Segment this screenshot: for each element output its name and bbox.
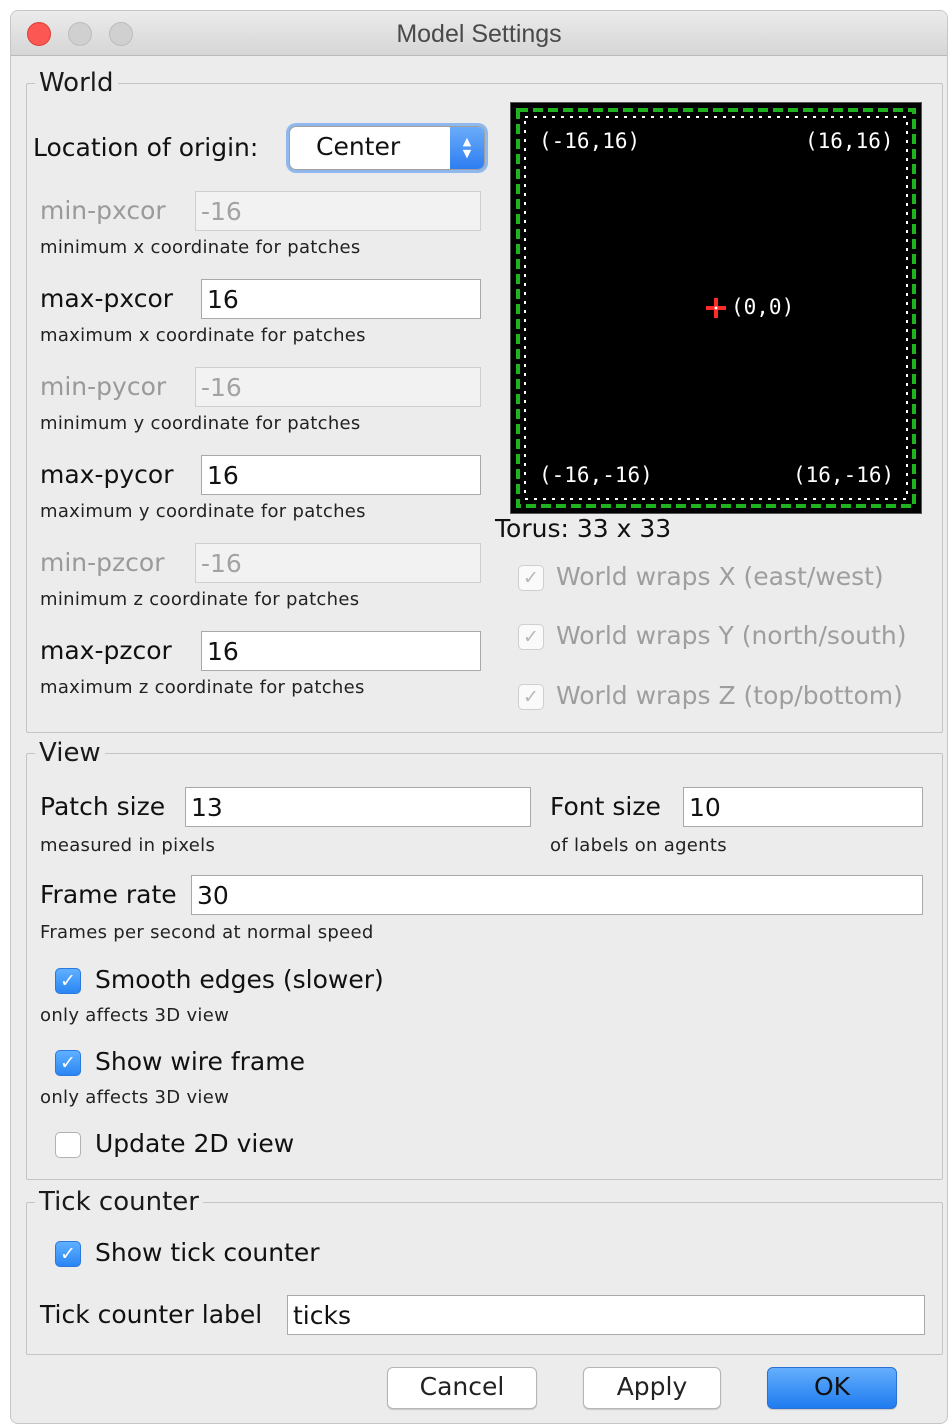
origin-dot bbox=[714, 306, 718, 310]
ok-button[interactable]: OK bbox=[767, 1367, 897, 1409]
wrap-x-label: World wraps X (east/west) bbox=[556, 562, 884, 591]
wire-frame-label: Show wire frame bbox=[95, 1047, 305, 1076]
update-2d-label: Update 2D view bbox=[95, 1129, 295, 1158]
patch-size-hint: measured in pixels bbox=[40, 835, 216, 856]
wrap-y-label: World wraps Y (north/south) bbox=[556, 621, 907, 650]
font-size-hint: of labels on agents bbox=[550, 835, 727, 856]
title-bar[interactable]: Model Settings bbox=[11, 11, 947, 56]
frame-rate-input[interactable] bbox=[191, 875, 923, 915]
wrap-y-checkbox[interactable]: ✓ bbox=[518, 624, 544, 650]
min-pxcor-hint: minimum x coordinate for patches bbox=[40, 237, 361, 258]
smooth-edges-checkbox[interactable]: ✓ bbox=[55, 968, 81, 994]
origin-select[interactable]: Center ▲ ▼ bbox=[289, 126, 485, 170]
min-pycor-label: min-pycor bbox=[40, 372, 167, 401]
min-pycor-hint: minimum y coordinate for patches bbox=[40, 413, 361, 434]
window-title: Model Settings bbox=[396, 20, 562, 48]
world-preview: (-16,16) (16,16) (0,0) (-16,-16) (16,-16… bbox=[510, 102, 922, 514]
min-pzcor-label: min-pzcor bbox=[40, 548, 165, 577]
wrap-z-label: World wraps Z (top/bottom) bbox=[556, 681, 903, 710]
view-legend: View bbox=[39, 738, 101, 768]
max-pzcor-label: max-pzcor bbox=[40, 636, 172, 665]
tick-counter-legend: Tick counter bbox=[39, 1187, 199, 1217]
min-pxcor-input[interactable] bbox=[195, 191, 481, 231]
torus-label: Torus: 33 x 33 bbox=[495, 514, 672, 543]
apply-button[interactable]: Apply bbox=[583, 1367, 721, 1409]
corner-bottom-right: (16,-16) bbox=[793, 463, 895, 487]
font-size-label: Font size bbox=[550, 792, 661, 821]
max-pycor-input[interactable] bbox=[201, 455, 481, 495]
patch-size-input[interactable] bbox=[185, 787, 531, 827]
frame-rate-hint: Frames per second at normal speed bbox=[40, 922, 374, 943]
corner-top-left: (-16,16) bbox=[539, 129, 641, 153]
update-2d-checkbox[interactable] bbox=[55, 1132, 81, 1158]
wire-frame-hint: only affects 3D view bbox=[40, 1087, 230, 1108]
world-preview-graphic bbox=[516, 108, 916, 508]
smooth-edges-hint: only affects 3D view bbox=[40, 1005, 230, 1026]
min-pxcor-label: min-pxcor bbox=[40, 196, 166, 225]
origin-label: Location of origin: bbox=[33, 133, 259, 162]
min-pzcor-hint: minimum z coordinate for patches bbox=[40, 589, 360, 610]
show-tick-counter-checkbox[interactable]: ✓ bbox=[55, 1241, 81, 1267]
max-pycor-hint: maximum y coordinate for patches bbox=[40, 501, 366, 522]
world-legend: World bbox=[39, 68, 114, 98]
max-pxcor-input[interactable] bbox=[201, 279, 481, 319]
wrap-z-checkbox[interactable]: ✓ bbox=[518, 684, 544, 710]
max-pzcor-hint: maximum z coordinate for patches bbox=[40, 677, 365, 698]
font-size-input[interactable] bbox=[683, 787, 923, 827]
origin-select-value: Center bbox=[316, 132, 401, 161]
max-pzcor-input[interactable] bbox=[201, 631, 481, 671]
tick-counter-label-input[interactable] bbox=[287, 1295, 925, 1335]
origin-coordinate: (0,0) bbox=[731, 295, 795, 319]
max-pxcor-hint: maximum x coordinate for patches bbox=[40, 325, 366, 346]
max-pxcor-label: max-pxcor bbox=[40, 284, 174, 313]
wrap-x-checkbox[interactable]: ✓ bbox=[518, 565, 544, 591]
tick-counter-label-label: Tick counter label bbox=[40, 1300, 263, 1329]
patch-size-label: Patch size bbox=[40, 792, 166, 821]
select-arrows-icon: ▲ ▼ bbox=[450, 127, 484, 169]
smooth-edges-label: Smooth edges (slower) bbox=[95, 965, 384, 994]
wire-frame-checkbox[interactable]: ✓ bbox=[55, 1050, 81, 1076]
model-settings-window: Model Settings World Location of origin:… bbox=[10, 10, 948, 1424]
frame-rate-label: Frame rate bbox=[40, 880, 177, 909]
show-tick-counter-label: Show tick counter bbox=[95, 1238, 320, 1267]
min-pycor-input[interactable] bbox=[195, 367, 481, 407]
corner-bottom-left: (-16,-16) bbox=[539, 463, 653, 487]
max-pycor-label: max-pycor bbox=[40, 460, 174, 489]
min-pzcor-input[interactable] bbox=[195, 543, 481, 583]
cancel-button[interactable]: Cancel bbox=[387, 1367, 537, 1409]
corner-top-right: (16,16) bbox=[805, 129, 894, 153]
